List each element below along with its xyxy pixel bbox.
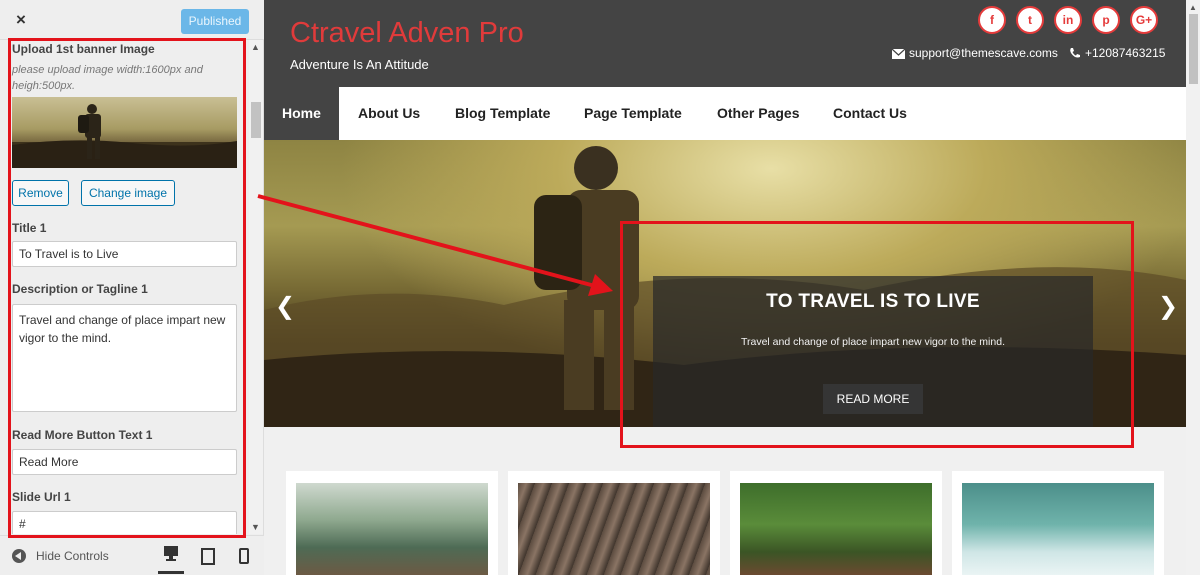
site-preview: Ctravel Adven Pro Adventure Is An Attitu… [264, 0, 1186, 575]
scroll-thumb[interactable] [251, 102, 261, 138]
linkedin-icon[interactable]: in [1054, 6, 1082, 34]
site-tagline: Adventure Is An Attitude [290, 57, 429, 72]
pinterest-icon[interactable]: p [1092, 6, 1120, 34]
google-plus-icon[interactable]: G+ [1130, 6, 1158, 34]
main-nav: Home About Us Blog Template Page Templat… [264, 87, 1186, 140]
change-image-button[interactable]: Change image [81, 180, 175, 206]
card-image [740, 483, 932, 575]
card-image [518, 483, 710, 575]
customizer-footer: Hide Controls [0, 535, 264, 575]
title-label: Title 1 [12, 221, 47, 235]
scroll-down-icon[interactable]: ▼ [251, 522, 260, 532]
post-card[interactable] [730, 471, 942, 575]
hide-controls-icon[interactable] [12, 549, 26, 563]
site-header: Ctravel Adven Pro Adventure Is An Attitu… [264, 0, 1186, 87]
banner-thumbnail [12, 97, 237, 168]
description-label: Description or Tagline 1 [12, 282, 148, 296]
read-more-button[interactable]: READ MORE [823, 384, 923, 414]
upload-banner-label: Upload 1st banner Image [12, 42, 155, 56]
email-contact[interactable]: support@themescave.coms [891, 46, 1058, 60]
scroll-up-icon[interactable]: ▲ [251, 42, 260, 52]
facebook-icon[interactable]: f [978, 6, 1006, 34]
phone-text: +12087463215 [1085, 46, 1166, 60]
card-image [962, 483, 1154, 575]
nav-item-contact[interactable]: Contact Us [833, 87, 907, 140]
card-image [296, 483, 488, 575]
post-card[interactable] [952, 471, 1164, 575]
twitter-icon[interactable]: t [1016, 6, 1044, 34]
nav-item-blog[interactable]: Blog Template [455, 87, 550, 140]
read-more-label: Read More Button Text 1 [12, 428, 153, 442]
slide-description: Travel and change of place impart new vi… [740, 336, 1005, 348]
remove-image-button[interactable]: Remove [12, 180, 69, 206]
phone-contact[interactable]: +12087463215 [1069, 46, 1165, 60]
description-textarea[interactable]: Travel and change of place impart new vi… [12, 304, 237, 412]
read-more-input[interactable]: Read More [12, 449, 237, 475]
hide-controls-label[interactable]: Hide Controls [36, 549, 109, 563]
slide-title: TO TRAVEL IS TO LIVE [766, 291, 980, 312]
post-card[interactable] [508, 471, 720, 575]
customizer-sidebar: × Published Upload 1st banner Image plea… [0, 0, 264, 575]
title-input[interactable]: To Travel is to Live [12, 241, 237, 267]
page-scroll-up-icon[interactable]: ▲ [1189, 3, 1197, 12]
settings-panel: Upload 1st banner Image please upload im… [0, 40, 248, 534]
envelope-icon [891, 48, 906, 59]
nav-item-page[interactable]: Page Template [584, 87, 682, 140]
slider-prev-icon[interactable]: ❮ [275, 292, 295, 321]
tablet-icon[interactable] [195, 544, 221, 570]
nav-item-other[interactable]: Other Pages [717, 87, 799, 140]
close-icon[interactable]: × [11, 9, 31, 31]
nav-item-home[interactable]: Home [264, 87, 339, 140]
page-scrollbar[interactable]: ▲ [1186, 0, 1200, 575]
upload-note: please upload image width:1600px and hei… [12, 64, 203, 92]
site-title[interactable]: Ctravel Adven Pro [290, 17, 524, 50]
slide-url-input[interactable]: # [12, 511, 237, 534]
phone-icon [1070, 48, 1080, 58]
customizer-header: × Published [0, 0, 264, 40]
desktop-icon[interactable] [158, 540, 184, 574]
email-text: support@themescave.coms [909, 46, 1058, 60]
slide-url-label: Slide Url 1 [12, 490, 71, 504]
card-row [264, 427, 1186, 575]
published-button[interactable]: Published [181, 9, 249, 34]
slide-caption: TO TRAVEL IS TO LIVE Travel and change o… [653, 276, 1093, 427]
post-card[interactable] [286, 471, 498, 575]
nav-item-about[interactable]: About Us [358, 87, 420, 140]
slider-next-icon[interactable]: ❯ [1158, 292, 1178, 321]
hero-slider: ❮ ❯ TO TRAVEL IS TO LIVE Travel and chan… [264, 140, 1186, 427]
mobile-icon[interactable] [231, 544, 257, 570]
page-scroll-thumb[interactable] [1189, 14, 1198, 84]
sidebar-scrollbar[interactable]: ▲ ▼ [249, 40, 263, 534]
